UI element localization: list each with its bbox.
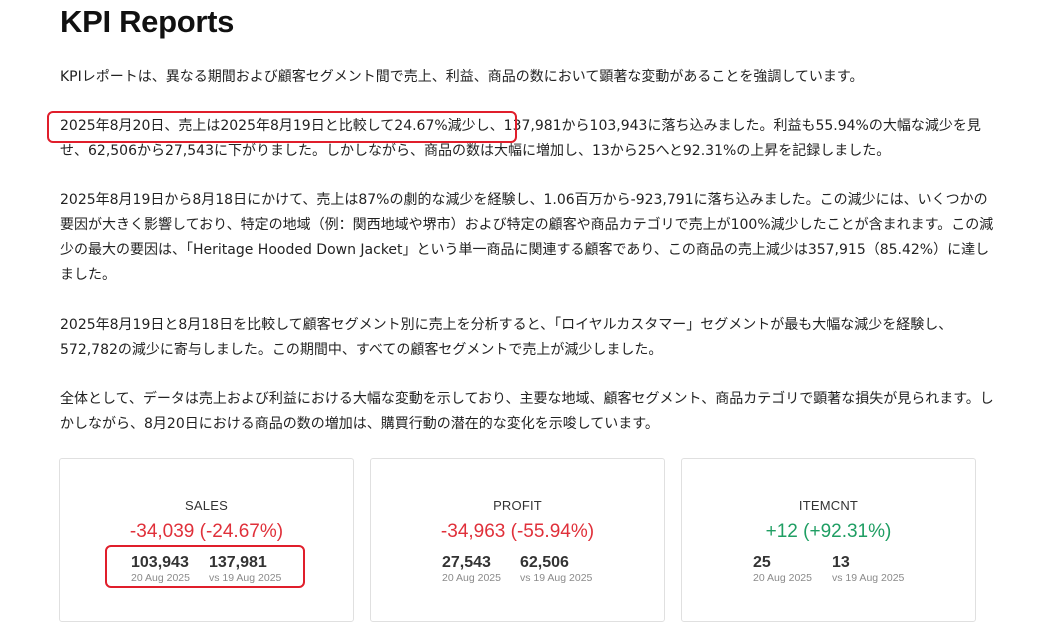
kpi-card-label: SALES <box>185 498 228 513</box>
page-title: KPI Reports <box>60 4 235 39</box>
kpi-current-value-block: 25 20 Aug 2025 <box>753 554 813 585</box>
kpi-previous-value: 62,506 <box>519 554 569 571</box>
kpi-previous-value-block: 137,981 vs 19 Aug 2025 <box>209 554 281 585</box>
kpi-card-profit[interactable]: PROFIT -34,963 (-55.94%) 27,543 20 Aug 2… <box>370 458 665 622</box>
kpi-card-values: 27,543 20 Aug 2025 62,506 vs 19 Aug 2025 <box>442 554 592 585</box>
kpi-card-sales[interactable]: SALES -34,039 (-24.67%) 103,943 20 Aug 2… <box>59 458 354 622</box>
kpi-current-date: 20 Aug 2025 <box>442 572 501 584</box>
kpi-card-itemcnt[interactable]: ITEMCNT +12 (+92.31%) 25 20 Aug 2025 13 … <box>681 458 976 622</box>
kpi-previous-value: 137,981 <box>208 554 267 571</box>
kpi-current-value: 103,943 <box>131 554 189 571</box>
kpi-current-value: 25 <box>753 554 771 571</box>
kpi-previous-value: 13 <box>832 554 850 571</box>
kpi-current-value-block: 27,543 20 Aug 2025 <box>442 554 501 585</box>
kpi-previous-value-block: 62,506 vs 19 Aug 2025 <box>520 554 592 585</box>
kpi-current-date: 20 Aug 2025 <box>131 572 190 584</box>
report-paragraph-aug20: 2025年8月20日、売上は2025年8月19日と比較して24.67%減少し、1… <box>60 118 981 159</box>
report-intro-paragraph: KPIレポートは、異なる期間および顧客セグメント間で売上、利益、商品の数において… <box>60 69 864 85</box>
kpi-card-values: 25 20 Aug 2025 13 vs 19 Aug 2025 <box>753 554 904 585</box>
kpi-card-delta: +12 (+92.31%) <box>765 521 892 542</box>
report-paragraph-segments: 2025年8月19日と8月18日を比較して顧客セグメント別に売上を分析すると、「… <box>60 317 953 358</box>
kpi-current-date: 20 Aug 2025 <box>753 572 812 584</box>
report-paragraph-summary: 全体として、データは売上および利益における大幅な変動を示しており、主要な地域、顧… <box>60 391 994 432</box>
kpi-previous-date: vs 19 Aug 2025 <box>832 572 905 584</box>
kpi-previous-value-block: 13 vs 19 Aug 2025 <box>832 554 904 585</box>
kpi-previous-date: vs 19 Aug 2025 <box>208 572 282 584</box>
kpi-card-delta: -34,963 (-55.94%) <box>440 521 595 542</box>
kpi-current-value-block: 103,943 20 Aug 2025 <box>131 554 190 585</box>
report-paragraph-aug19: 2025年8月19日から8月18日にかけて、売上は87%の劇的な減少を経験し、1… <box>60 192 994 283</box>
kpi-previous-date: vs 19 Aug 2025 <box>519 572 593 584</box>
kpi-card-values: 103,943 20 Aug 2025 137,981 vs 19 Aug 20… <box>131 554 281 585</box>
kpi-current-value: 27,543 <box>442 554 491 571</box>
kpi-report-page: KPI Reports KPIレポートは、異なる期間および顧客セグメント間で売上… <box>0 0 1050 631</box>
kpi-card-label: PROFIT <box>493 498 542 513</box>
kpi-card-label: ITEMCNT <box>798 498 859 513</box>
kpi-card-delta: -34,039 (-24.67%) <box>129 521 284 542</box>
